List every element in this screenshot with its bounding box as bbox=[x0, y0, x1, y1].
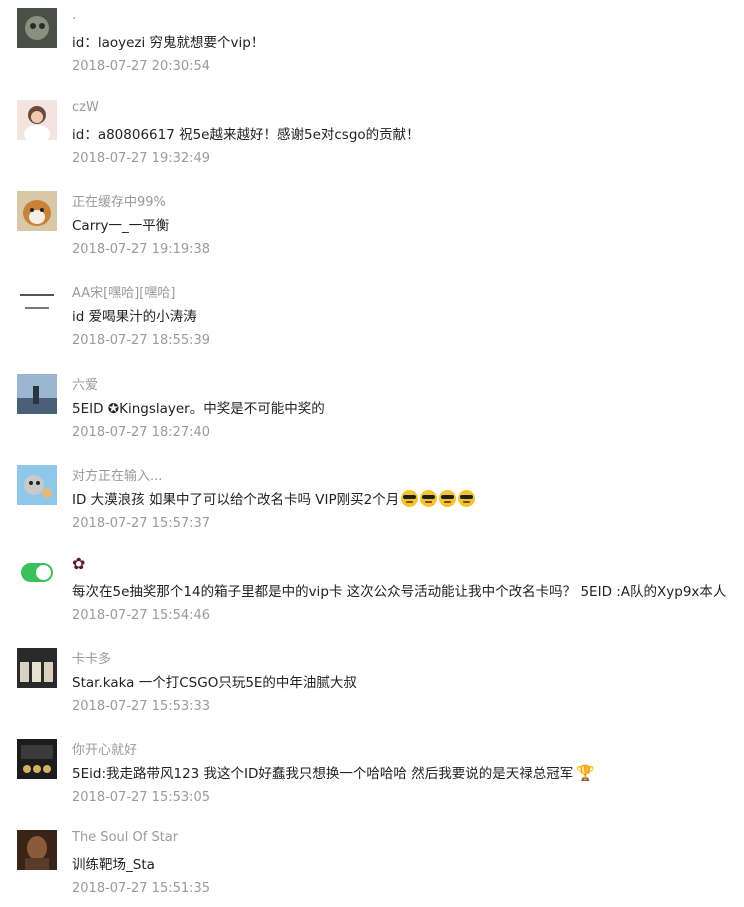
comment-content: id：laoyezi 穷鬼就想要个vip！ bbox=[72, 35, 265, 51]
comment-time: 2018-07-27 15:57:37 bbox=[72, 516, 211, 531]
cool-emoji-icon bbox=[458, 490, 476, 507]
comment-time: 2018-07-27 19:19:38 bbox=[72, 242, 211, 257]
comment-content: Star.kaka 一个打CSGO只玩5E的中年油腻大叔 bbox=[72, 675, 357, 691]
comment-time: 2018-07-27 15:53:05 bbox=[72, 790, 211, 805]
comment-nickname: 对方正在输入... bbox=[72, 469, 163, 484]
comment-item: The Soul Of Star 训练靶场_Sta 2018-07-27 15:… bbox=[0, 822, 744, 907]
comment-time: 2018-07-27 19:32:49 bbox=[72, 151, 211, 166]
text-image-avatar[interactable] bbox=[17, 282, 57, 322]
comment-nickname: The Soul Of Star bbox=[72, 830, 179, 845]
comment-time: 2018-07-27 15:53:33 bbox=[72, 699, 211, 714]
comment-nickname: 六爱 bbox=[72, 378, 99, 393]
comment-nickname: 卡卡多 bbox=[72, 652, 112, 667]
comment-time: 2018-07-27 15:51:35 bbox=[72, 881, 211, 896]
comment-nickname: 你开心就好 bbox=[72, 743, 138, 758]
dog-photo-avatar[interactable] bbox=[17, 191, 57, 231]
comment-item: AA宋[嘿哈][嘿哈] id 爱喝果汁的小涛涛 2018-07-27 18:55… bbox=[0, 274, 744, 365]
comment-time: 2018-07-27 15:54:46 bbox=[72, 608, 211, 623]
comment-text: 5Eid:我走路带风123 我这个ID好蠢我只想换一个哈哈哈 然后我要说的是天禄… bbox=[72, 766, 574, 782]
portrait-photo-avatar[interactable] bbox=[17, 830, 57, 870]
comment-item: 你开心就好 5Eid:我走路带风123 我这个ID好蠢我只想换一个哈哈哈 然后我… bbox=[0, 731, 744, 822]
comment-nickname: 正在缓存中99% bbox=[72, 195, 166, 210]
comment-item: 卡卡多 Star.kaka 一个打CSGO只玩5E的中年油腻大叔 2018-07… bbox=[0, 640, 744, 731]
comment-content: 5Eid:我走路带风123 我这个ID好蠢我只想换一个哈哈哈 然后我要说的是天禄… bbox=[72, 762, 595, 782]
comment-content: id：a80806617 祝5e越来越好！感谢5e对csgo的贡献！ bbox=[72, 127, 420, 143]
comment-item: 对方正在输入... ID 大漠浪孩 如果中了可以给个改名卡吗 VIP刚买2个月 … bbox=[0, 457, 744, 548]
team-photo-avatar[interactable] bbox=[17, 739, 57, 779]
comment-item: ✿ 每次在5e抽奖那个14的箱子里都是中的vip卡 这次公众号活动能让我中个改名… bbox=[0, 549, 744, 640]
person-photo-avatar[interactable] bbox=[17, 100, 57, 140]
comment-content: ID 大漠浪孩 如果中了可以给个改名卡吗 VIP刚买2个月 bbox=[72, 488, 476, 508]
comment-list: . id：laoyezi 穷鬼就想要个vip！ 2018-07-27 20:30… bbox=[0, 0, 744, 907]
cartoon-avatar[interactable] bbox=[17, 465, 57, 505]
trophy-icon: 🏆 bbox=[576, 764, 595, 782]
comment-nickname: AA宋[嘿哈][嘿哈] bbox=[72, 286, 176, 301]
comment-time: 2018-07-27 18:27:40 bbox=[72, 425, 211, 440]
comment-item: 正在缓存中99% Carry一_一平衡 2018-07-27 19:19:38 bbox=[0, 183, 744, 274]
comment-content: Carry一_一平衡 bbox=[72, 218, 170, 234]
comment-item: czW id：a80806617 祝5e越来越好！感谢5e对csgo的贡献！ 2… bbox=[0, 92, 744, 183]
comment-content: id 爱喝果汁的小涛涛 bbox=[72, 309, 197, 325]
comment-content: 每次在5e抽奖那个14的箱子里都是中的vip卡 这次公众号活动能让我中个改名卡吗… bbox=[72, 584, 727, 600]
comment-content: 训练靶场_Sta bbox=[72, 857, 155, 873]
comment-nickname: ✿ bbox=[72, 554, 86, 573]
cat-photo-avatar[interactable] bbox=[17, 8, 57, 48]
landscape-photo-avatar[interactable] bbox=[17, 374, 57, 414]
toggle-switch-icon[interactable] bbox=[21, 563, 53, 582]
comment-time: 2018-07-27 18:55:39 bbox=[72, 333, 211, 348]
cool-emoji-icon bbox=[420, 490, 438, 507]
cool-emoji-icon bbox=[439, 490, 457, 507]
group-photo-avatar[interactable] bbox=[17, 648, 57, 688]
comment-nickname: . bbox=[72, 8, 77, 23]
comment-nickname: czW bbox=[72, 100, 99, 115]
comment-time: 2018-07-27 20:30:54 bbox=[72, 59, 211, 74]
cool-emoji-icon bbox=[401, 490, 419, 507]
comment-text: ID 大漠浪孩 如果中了可以给个改名卡吗 VIP刚买2个月 bbox=[72, 492, 400, 508]
comment-item: . id：laoyezi 穷鬼就想要个vip！ 2018-07-27 20:30… bbox=[0, 0, 744, 91]
comment-item: 六爱 5EID ✪Kingslayer。中奖是不可能中奖的 2018-07-27… bbox=[0, 366, 744, 457]
comment-content: 5EID ✪Kingslayer。中奖是不可能中奖的 bbox=[72, 401, 325, 417]
